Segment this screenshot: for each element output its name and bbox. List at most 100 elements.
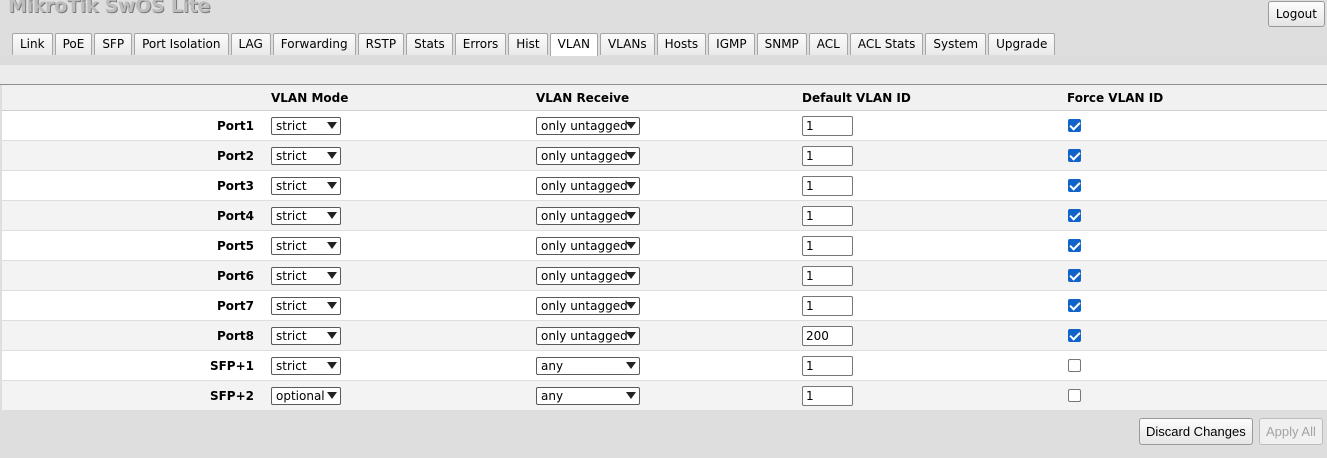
tab-hist[interactable]: Hist [508, 33, 548, 55]
tab-system[interactable]: System [925, 33, 987, 55]
header-vlan-receive: VLAN Receive [536, 91, 630, 105]
table-header-row: VLAN Mode VLAN Receive Default VLAN ID F… [2, 85, 1327, 111]
port-label: Port2 [216, 149, 254, 163]
force-vlan-id-checkbox[interactable] [1068, 149, 1081, 162]
vlan-receive-select[interactable]: any [536, 387, 640, 405]
header-default-vlan-id: Default VLAN ID [802, 91, 911, 105]
tab-acl[interactable]: ACL [808, 33, 848, 55]
default-vlan-id-input[interactable]: 1 [802, 116, 853, 136]
tab-errors[interactable]: Errors [454, 33, 507, 55]
vlan-mode-select[interactable]: strict [271, 207, 341, 225]
vlan-receive-select[interactable]: only untagged [536, 147, 640, 165]
chevron-down-icon [327, 362, 337, 369]
vlan-mode-value: strict [276, 269, 307, 283]
default-vlan-id-input[interactable]: 1 [802, 176, 853, 196]
force-vlan-id-checkbox[interactable] [1068, 299, 1081, 312]
chevron-down-icon [626, 302, 636, 309]
force-vlan-id-checkbox[interactable] [1068, 329, 1081, 342]
footer-bar: Discard Changes Apply All [0, 410, 1327, 458]
toolbar-strip [0, 65, 1327, 85]
vlan-receive-select[interactable]: only untagged [536, 207, 640, 225]
port-label: Port5 [216, 239, 254, 253]
tab-port-isolation[interactable]: Port Isolation [134, 33, 229, 55]
default-vlan-id-input[interactable]: 1 [802, 206, 853, 226]
vlan-mode-value: optional [276, 389, 325, 403]
tab-lag[interactable]: LAG [230, 33, 271, 55]
vlan-mode-select[interactable]: strict [271, 117, 341, 135]
chevron-down-icon [626, 272, 636, 279]
table-row: Port7 strict only untagged 1 [2, 291, 1327, 321]
tab-snmp[interactable]: SNMP [756, 33, 807, 55]
vlan-receive-value: only untagged [541, 179, 628, 193]
tab-rstp[interactable]: RSTP [357, 33, 405, 55]
vlan-receive-value: only untagged [541, 149, 628, 163]
tab-upgrade[interactable]: Upgrade [988, 33, 1056, 55]
logout-button[interactable]: Logout [1267, 1, 1325, 27]
vlan-mode-select[interactable]: strict [271, 267, 341, 285]
force-vlan-id-checkbox[interactable] [1068, 179, 1081, 192]
default-vlan-id-input[interactable]: 1 [802, 266, 853, 286]
vlan-receive-select[interactable]: only untagged [536, 267, 640, 285]
apply-all-button[interactable]: Apply All [1259, 418, 1323, 445]
default-vlan-id-input[interactable]: 1 [802, 236, 853, 256]
tab-vlan[interactable]: VLAN [549, 33, 598, 56]
force-vlan-id-checkbox[interactable] [1068, 119, 1081, 132]
header-band [0, 56, 1327, 65]
tab-acl-stats[interactable]: ACL Stats [849, 33, 924, 55]
vlan-mode-select[interactable]: strict [271, 177, 341, 195]
vlan-mode-select[interactable]: strict [271, 147, 341, 165]
chevron-down-icon [327, 242, 337, 249]
vlan-receive-select[interactable]: any [536, 357, 640, 375]
chevron-down-icon [327, 152, 337, 159]
table-row: Port6 strict only untagged 1 [2, 261, 1327, 291]
tab-poe[interactable]: PoE [54, 33, 93, 55]
vlan-mode-select[interactable]: strict [271, 237, 341, 255]
chevron-down-icon [626, 242, 636, 249]
vlan-mode-select[interactable]: optional [271, 387, 341, 405]
force-vlan-id-checkbox[interactable] [1068, 269, 1081, 282]
tab-link[interactable]: Link [12, 33, 53, 55]
tab-igmp[interactable]: IGMP [708, 33, 755, 55]
tab-forwarding[interactable]: Forwarding [272, 33, 356, 55]
default-vlan-id-input[interactable]: 1 [802, 296, 853, 316]
vlan-receive-value: only untagged [541, 239, 628, 253]
tab-sfp[interactable]: SFP [94, 33, 133, 55]
vlan-mode-value: strict [276, 119, 307, 133]
tab-vlans[interactable]: VLANs [599, 33, 655, 55]
default-vlan-id-input[interactable]: 200 [802, 326, 853, 346]
vlan-receive-select[interactable]: only untagged [536, 177, 640, 195]
vlan-mode-select[interactable]: strict [271, 357, 341, 375]
vlan-mode-value: strict [276, 329, 307, 343]
port-label: SFP+1 [209, 359, 254, 373]
force-vlan-id-checkbox[interactable] [1068, 389, 1081, 402]
table-row: Port3 strict only untagged 1 [2, 171, 1327, 201]
vlan-mode-select[interactable]: strict [271, 297, 341, 315]
vlan-receive-value: only untagged [541, 269, 628, 283]
vlan-mode-value: strict [276, 299, 307, 313]
tab-hosts[interactable]: Hosts [656, 33, 707, 55]
vlan-receive-select[interactable]: only untagged [536, 327, 640, 345]
chevron-down-icon [327, 182, 337, 189]
vlan-receive-select[interactable]: only untagged [536, 237, 640, 255]
default-vlan-id-input[interactable]: 1 [802, 386, 853, 406]
chevron-down-icon [626, 362, 636, 369]
vlan-receive-select[interactable]: only untagged [536, 297, 640, 315]
force-vlan-id-checkbox[interactable] [1068, 209, 1081, 222]
swos-page: MikroTik SwOS Lite Logout Link PoE SFP Port… [0, 0, 1327, 458]
force-vlan-id-checkbox[interactable] [1068, 239, 1081, 252]
port-label: Port1 [216, 119, 254, 133]
vlan-table: VLAN Mode VLAN Receive Default VLAN ID F… [2, 85, 1327, 411]
discard-changes-button[interactable]: Discard Changes [1139, 418, 1253, 445]
port-label: Port4 [216, 209, 254, 223]
header-force-vlan-id: Force VLAN ID [1067, 91, 1164, 105]
tab-stats[interactable]: Stats [406, 33, 453, 55]
force-vlan-id-checkbox[interactable] [1068, 359, 1081, 372]
vlan-mode-select[interactable]: strict [271, 327, 341, 345]
vlan-receive-value: only untagged [541, 209, 628, 223]
vlan-receive-select[interactable]: only untagged [536, 117, 640, 135]
default-vlan-id-input[interactable]: 1 [802, 146, 853, 166]
default-vlan-id-input[interactable]: 1 [802, 356, 853, 376]
vlan-mode-value: strict [276, 179, 307, 193]
chevron-down-icon [327, 332, 337, 339]
chevron-down-icon [327, 302, 337, 309]
